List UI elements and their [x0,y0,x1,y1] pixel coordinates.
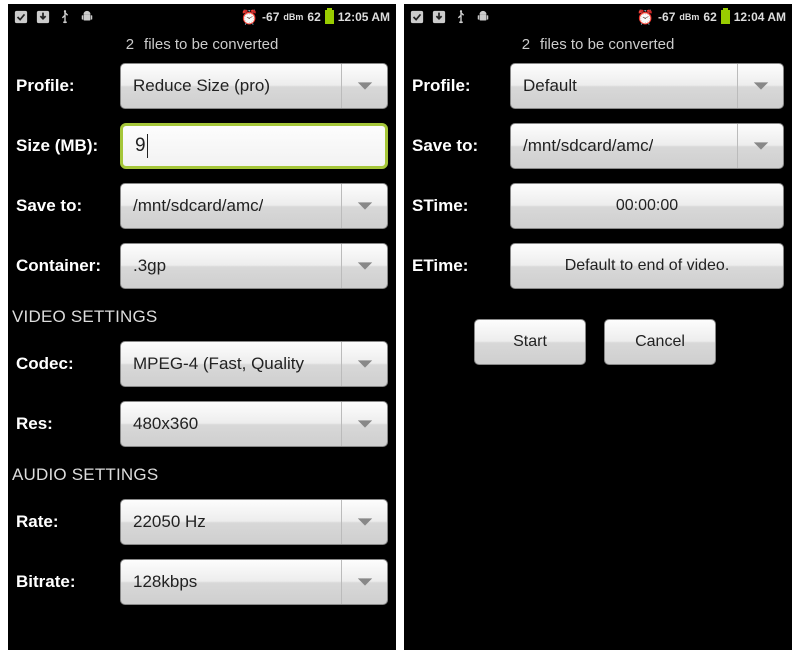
chevron-down-icon [737,64,783,108]
cancel-label: Cancel [635,333,685,351]
container-value: .3gp [133,256,166,276]
etime-label: ETime: [406,256,502,276]
profile-value: Default [523,76,577,96]
chevron-down-icon [341,500,387,544]
saveto-select[interactable]: /mnt/sdcard/amc/ [120,183,388,229]
stime-value: 00:00:00 [616,197,678,215]
etime-value: Default to end of video. [565,257,730,275]
text-cursor [147,134,148,158]
codec-value: MPEG-4 (Fast, Quality [133,354,304,374]
check-icon [14,10,28,24]
check-icon [410,10,424,24]
chevron-down-icon [341,184,387,228]
battery-percent: 62 [307,10,320,24]
android-icon [476,10,490,24]
chevron-down-icon [341,560,387,604]
clock-time: 12:04 AM [734,10,786,24]
clock-time: 12:05 AM [338,10,390,24]
profile-select[interactable]: Default [510,63,784,109]
profile-label: Profile: [406,76,502,96]
size-input[interactable]: 9 [120,123,388,169]
profile-label: Profile: [10,76,112,96]
file-count: 2 [522,36,530,53]
download-icon [432,10,446,24]
android-icon [80,10,94,24]
chevron-down-icon [341,342,387,386]
chevron-down-icon [341,244,387,288]
chevron-down-icon [341,64,387,108]
status-bar: ⏰ -67 dBm 62 12:05 AM [8,4,396,30]
audio-settings-header: AUDIO SETTINGS [10,461,388,485]
res-select[interactable]: 480x360 [120,401,388,447]
status-bar: ⏰ -67 dBm 62 12:04 AM [404,4,792,30]
dbm-label: dBm [679,12,699,22]
start-label: Start [513,333,547,351]
chevron-down-icon [737,124,783,168]
subheader-text: files to be converted [144,36,278,53]
rate-value: 22050 Hz [133,512,206,532]
saveto-select[interactable]: /mnt/sdcard/amc/ [510,123,784,169]
subheader: 2 files to be converted [404,30,792,63]
phone-screen-left: ⏰ -67 dBm 62 12:05 AM 2 files to be conve… [8,4,396,650]
stime-button[interactable]: 00:00:00 [510,183,784,229]
saveto-label: Save to: [406,136,502,156]
container-label: Container: [10,256,112,276]
bitrate-select[interactable]: 128kbps [120,559,388,605]
signal-strength: -67 [262,10,279,24]
saveto-label: Save to: [10,196,112,216]
codec-select[interactable]: MPEG-4 (Fast, Quality [120,341,388,387]
res-value: 480x360 [133,414,198,434]
alarm-icon: ⏰ [637,9,654,26]
cancel-button[interactable]: Cancel [604,319,716,365]
profile-select[interactable]: Reduce Size (pro) [120,63,388,109]
chevron-down-icon [341,402,387,446]
saveto-value: /mnt/sdcard/amc/ [523,136,653,156]
saveto-value: /mnt/sdcard/amc/ [133,196,263,216]
subheader: 2 files to be converted [8,30,396,63]
codec-label: Codec: [10,354,112,374]
container-select[interactable]: .3gp [120,243,388,289]
phone-screen-right: ⏰ -67 dBm 62 12:04 AM 2 files to be conve… [404,4,792,650]
profile-value: Reduce Size (pro) [133,76,270,96]
signal-strength: -67 [658,10,675,24]
battery-icon [325,10,334,24]
usb-icon [58,10,72,24]
size-label: Size (MB): [10,136,112,156]
video-settings-header: VIDEO SETTINGS [10,303,388,327]
rate-select[interactable]: 22050 Hz [120,499,388,545]
file-count: 2 [126,36,134,53]
stime-label: STime: [406,196,502,216]
alarm-icon: ⏰ [241,9,258,26]
dbm-label: dBm [283,12,303,22]
res-label: Res: [10,414,112,434]
usb-icon [454,10,468,24]
rate-label: Rate: [10,512,112,532]
battery-icon [721,10,730,24]
bitrate-label: Bitrate: [10,572,112,592]
size-value: 9 [135,135,146,157]
etime-button[interactable]: Default to end of video. [510,243,784,289]
subheader-text: files to be converted [540,36,674,53]
start-button[interactable]: Start [474,319,586,365]
bitrate-value: 128kbps [133,572,197,592]
battery-percent: 62 [703,10,716,24]
download-icon [36,10,50,24]
